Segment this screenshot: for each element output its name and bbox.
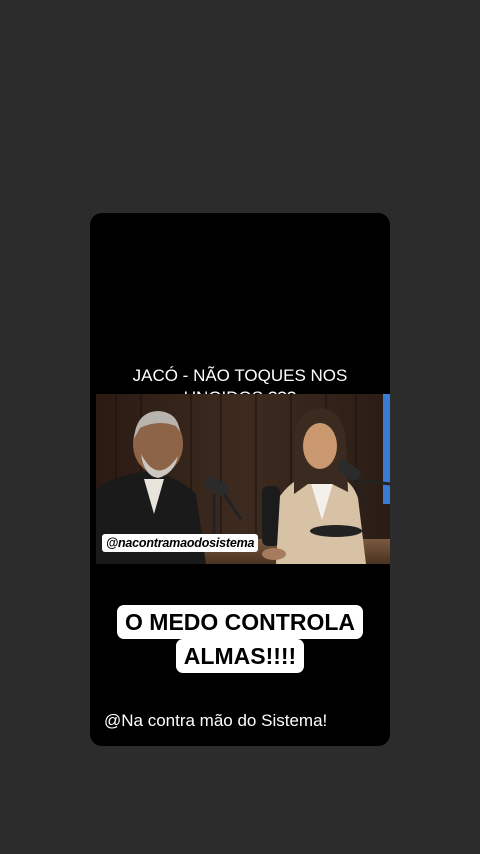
video-frame[interactable]: @nacontramaodosistema — [96, 394, 390, 564]
story-title-line-1: JACÓ - NÃO TOQUES NOS — [132, 366, 348, 385]
caption-line-2: ALMAS!!!! — [175, 639, 305, 673]
footer-handle-text: @Na contra mão do Sistema! — [104, 711, 328, 730]
story-card[interactable]: JACÓ - NÃO TOQUES NOS UNGIDOS ??? — [90, 213, 390, 746]
caption-sticker[interactable]: O MEDO CONTROLA ALMAS!!!! — [90, 605, 390, 673]
video-watermark-handle: @nacontramaodosistema — [102, 534, 259, 552]
caption-line-1: O MEDO CONTROLA — [117, 605, 363, 639]
